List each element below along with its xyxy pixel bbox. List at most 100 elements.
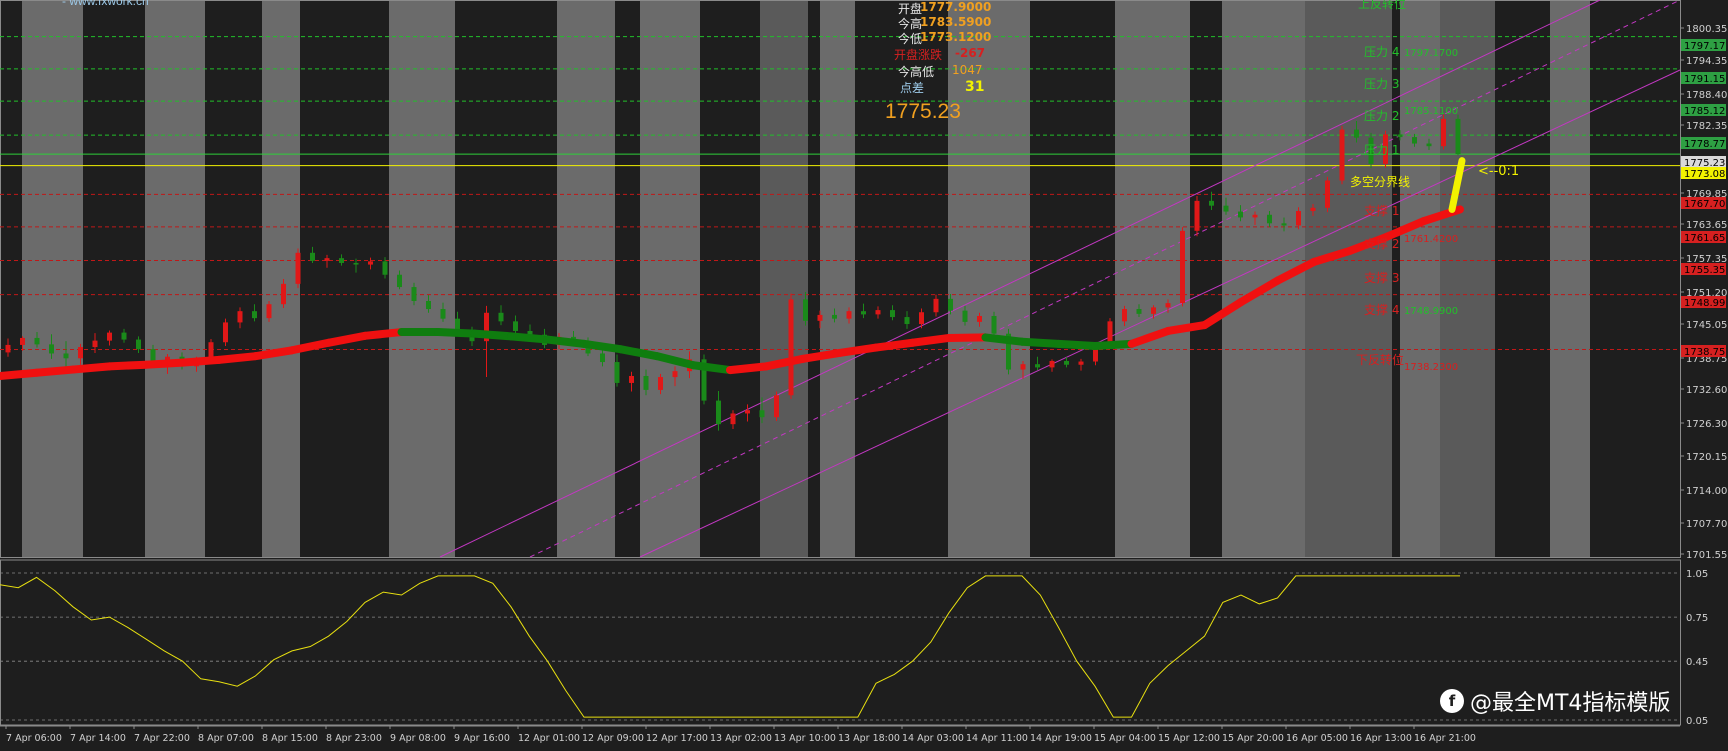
time-axis-label: 15 Apr 04:00 [1094,733,1156,744]
candle-body [890,310,895,318]
price-tag-label: 1748.99 [1684,298,1725,309]
session-stripe [262,0,300,557]
session-stripe [760,0,808,557]
support-2-label: 支撑 2 [1364,236,1399,251]
open-change-value: -267 [955,46,986,60]
candle-body [600,353,605,363]
candle-body [919,312,924,325]
price-tag-label: 1785.12 [1684,106,1725,117]
open-change-label: 开盘涨跌 [894,48,943,62]
high-value: 1783.5900 [920,15,992,29]
resistance-3-label: 压力 3 [1364,77,1399,91]
candle-body [1165,303,1171,308]
candle-body [339,258,344,263]
moving-average-segment [543,335,588,348]
time-axis-label: 16 Apr 13:00 [1350,733,1412,744]
price-axis-label: 1800.35 [1686,24,1727,35]
moving-average-segment [32,365,77,377]
toutiao-logo-icon: f [1440,689,1464,713]
price-tag-label: 1738.75 [1684,347,1725,358]
candle-body [1194,200,1200,231]
moving-average-segment [981,333,1026,346]
price-axis-label: 1745.05 [1686,320,1727,331]
lower-reversal-label: 下反转位 [1356,352,1404,367]
candle-body [63,353,69,359]
candle-body [846,311,852,319]
moving-average-segment [142,358,187,369]
price-axis-label: 1701.55 [1686,550,1727,561]
header-note: - www.fxwork.cn [62,0,149,8]
candle-body [1136,309,1142,314]
time-axis-label: 12 Apr 09:00 [582,733,644,744]
price-axis-label: 1714.00 [1686,486,1727,497]
candle-body [382,261,388,275]
support-1-label: 支撑 1 [1364,203,1399,218]
candle-body [136,339,141,350]
candle-body [1223,205,1229,212]
range-value: 1047 [952,63,983,77]
time-axis-label: 16 Apr 05:00 [1286,733,1348,744]
candle-body [5,344,11,353]
moving-average-segment [470,329,515,341]
candle-body [730,413,736,425]
resistance-1-label: 压力 1 [1364,143,1399,157]
moving-average-segment [507,332,552,344]
support-3-label: 支撑 3 [1364,270,1399,285]
time-axis-label: 13 Apr 10:00 [774,733,836,744]
moving-average-segment [580,339,625,354]
ratio-marker: <--0:1 [1478,164,1519,179]
time-axis-label: 14 Apr 03:00 [902,733,964,744]
moving-average-segment [69,362,114,374]
session-stripe [948,0,1030,557]
moving-average-segment [1054,339,1099,350]
moving-average-segment [1091,339,1136,350]
session-stripe [22,0,83,557]
price-axis-label: 1788.40 [1686,90,1727,101]
price-axis-label: 1794.35 [1686,56,1727,67]
moving-average-segment [945,333,990,342]
candle-body [411,287,417,301]
support-4-label: 支撑 4 [1364,302,1399,317]
moving-average-segment [105,360,150,371]
candle-body [107,332,112,341]
moving-average-segment [215,352,260,364]
candle-body [1426,143,1432,147]
time-axis-label: 15 Apr 12:00 [1158,733,1220,744]
candle-body [1441,118,1446,147]
candle-body [629,375,634,383]
time-axis-label: 14 Apr 19:00 [1030,733,1092,744]
price-axis-label: 1707.70 [1686,519,1727,530]
candle-body [513,321,518,331]
candle-body [861,311,866,315]
price-chart[interactable]: 上反转位压力 4 1797.1700 压力 3 压力 2 1785.1100 压力 1 多空… [0,0,1728,751]
candle-body [803,299,808,321]
candle-body [904,317,910,325]
moving-average-segment [178,355,223,367]
candle-body [223,322,228,343]
candle-body [658,377,663,390]
candle-body [1180,230,1185,304]
candle-body [78,347,83,359]
candle-body [49,344,54,354]
low-label: 今低 [898,32,923,46]
candle-body [745,410,750,414]
candle-body [774,395,779,418]
candle-body [614,362,620,383]
price-tag-label: 1761.65 [1684,233,1725,244]
candle-body [1151,307,1156,314]
candle-body [1035,364,1040,368]
candle-body [281,283,286,305]
moving-average-segment [361,328,406,340]
watermark: f @最全MT4指标模版 [1440,685,1670,717]
current-price-display: 1775.23 [885,100,961,123]
candle-body [1397,134,1403,138]
time-axis-label: 7 Apr 06:00 [6,733,62,744]
moving-average-segment [872,338,917,352]
candle-body [643,375,649,390]
upper-reversal-label: 上反转位 [1358,0,1406,11]
candle-body [1078,361,1084,365]
candle-body [426,300,431,310]
candle-body [1354,129,1359,138]
time-axis-label: 15 Apr 20:00 [1222,733,1284,744]
oscillator-axis-label: 0.05 [1686,716,1708,727]
